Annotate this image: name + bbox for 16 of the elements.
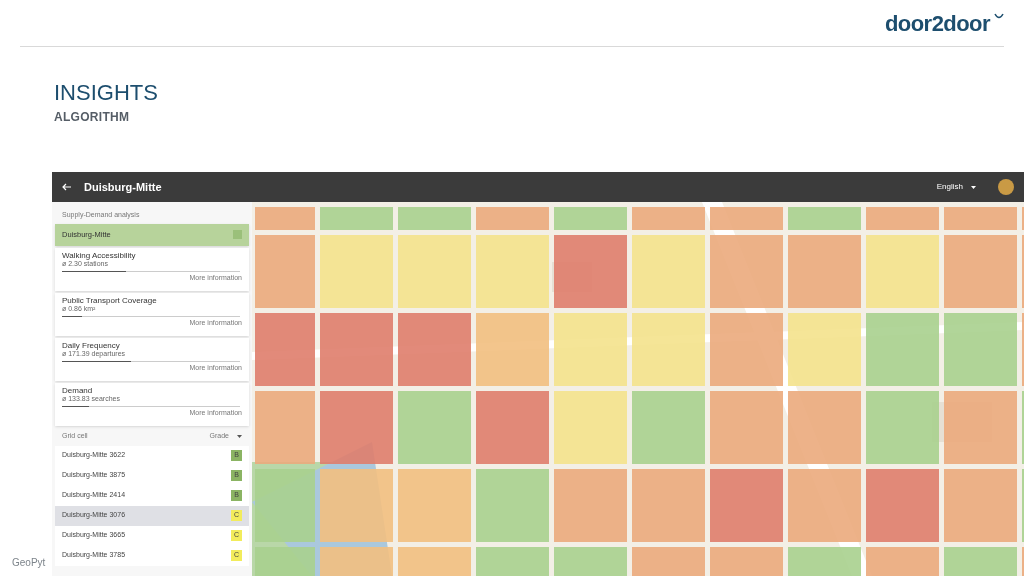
avatar-icon[interactable] xyxy=(998,179,1014,195)
metric-title: Public Transport Coverage xyxy=(62,295,158,305)
app-title: Duisburg-Mitte xyxy=(84,179,162,195)
slide-subtitle: ALGORITHM xyxy=(54,109,131,126)
grade-icon xyxy=(233,230,242,239)
language-select[interactable]: English xyxy=(936,181,976,193)
caret-icon xyxy=(237,435,242,438)
metric-title: Demand xyxy=(62,385,94,395)
slide-title: INSIGHTS xyxy=(54,80,159,106)
logo-text: door2door xyxy=(884,9,990,38)
back-arrow-icon[interactable] xyxy=(62,183,72,191)
caret-icon xyxy=(971,185,976,189)
metric-title: Daily Frequency xyxy=(62,340,120,350)
metric-title: Walking Accessibility xyxy=(62,250,137,260)
footer-text: GeoPyt xyxy=(12,556,46,570)
logo-icon xyxy=(994,13,1004,21)
